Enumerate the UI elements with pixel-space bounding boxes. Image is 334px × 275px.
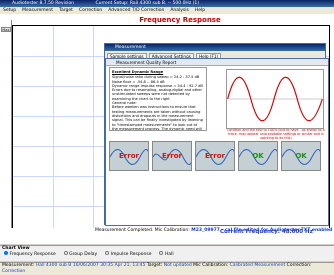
status-mic-label: Mic Calibration: bbox=[193, 263, 229, 268]
menu-advanced[interactable]: Advanced T/D Correction bbox=[108, 7, 164, 14]
status-target-label: Target: bbox=[146, 263, 163, 268]
option-hall[interactable]: Hall bbox=[159, 251, 174, 257]
report-heading: Excellent Dynamic Range bbox=[112, 70, 164, 74]
status-mic-value: Calibrated Measurement bbox=[229, 263, 286, 268]
option-group-delay[interactable]: Group Delay bbox=[63, 251, 97, 257]
option-frequency-response[interactable]: Frequency Response bbox=[4, 251, 56, 257]
report-text: Excellent Dynamic Range Signal/noise rat… bbox=[109, 67, 207, 131]
tile-error-1: Error bbox=[109, 141, 149, 171]
quality-report-window: Measurement Quality Report Excellent Dyn… bbox=[105, 58, 329, 226]
window-title-bar: Audiotester 8.7.50 Revision Current Setu… bbox=[0, 0, 334, 7]
menu-help[interactable]: Help bbox=[195, 7, 205, 14]
current-frequency: Current Frequency: 48.000 Hz bbox=[220, 229, 313, 235]
tile-label: Error bbox=[162, 152, 182, 160]
report-title: Measurement Quality Report bbox=[106, 59, 328, 66]
app-subtitle: Current Setup: Rail 4300 sub B. -- 500.0… bbox=[95, 1, 199, 6]
tile-label: OK bbox=[295, 152, 307, 160]
status-correction-label: Correction: bbox=[286, 263, 312, 268]
status-measurement-value: Hall 4300 sub B bbox=[35, 263, 72, 268]
sine-caption: Location and the test to 100% (but to ha… bbox=[227, 128, 325, 140]
menu-analysis[interactable]: Analysis bbox=[170, 7, 189, 14]
report-line: Signal/noise ratio during sweep = 24.2 :… bbox=[112, 75, 200, 80]
dialog-title: Measurement bbox=[105, 44, 325, 51]
left-ruler bbox=[0, 20, 12, 230]
status-time: 16/06/2007 30:35 Apr 21, 13:45 bbox=[72, 263, 146, 268]
graph-title: Frequency Response bbox=[139, 16, 221, 24]
sine-wave-plot bbox=[226, 69, 324, 129]
measure-completed: Measurement Completed. Mic Calibration: bbox=[95, 228, 190, 233]
tile-error-2: Error bbox=[152, 141, 192, 171]
tile-label: Error bbox=[205, 152, 225, 160]
tile-label: Error bbox=[119, 152, 139, 160]
menu-target[interactable]: Target bbox=[59, 7, 73, 14]
tile-ok-2: OK bbox=[281, 141, 321, 171]
status-measurement-label: Measurement: bbox=[2, 263, 35, 268]
tile-label: OK bbox=[252, 152, 264, 160]
menu-bar: Setup Measurement Target Correction Adva… bbox=[0, 7, 334, 14]
report-line: Before weeken was instructions to ensure… bbox=[112, 105, 203, 131]
option-impulse-response[interactable]: Impulse Response bbox=[105, 251, 151, 257]
status-bar: Measurement: Hall 4300 sub B 16/06/2007 … bbox=[0, 262, 334, 275]
app-title: Audiotester 8.7.50 Revision bbox=[12, 1, 75, 6]
chart-view-panel: Chart View Frequency Response Group Dela… bbox=[0, 245, 334, 261]
max-button[interactable]: Max bbox=[1, 27, 11, 32]
tile-error-3: Error bbox=[195, 141, 235, 171]
menu-correction[interactable]: Correction bbox=[79, 7, 102, 14]
report-line: Errors due to resampling, analog-digital… bbox=[112, 88, 202, 101]
menu-measurement[interactable]: Measurement bbox=[22, 7, 53, 14]
menu-setup[interactable]: Setup bbox=[3, 7, 16, 14]
status-correction-value: Correction bbox=[2, 269, 26, 274]
status-target-value: Not updated bbox=[163, 263, 192, 268]
tile-ok-1: OK bbox=[238, 141, 278, 171]
